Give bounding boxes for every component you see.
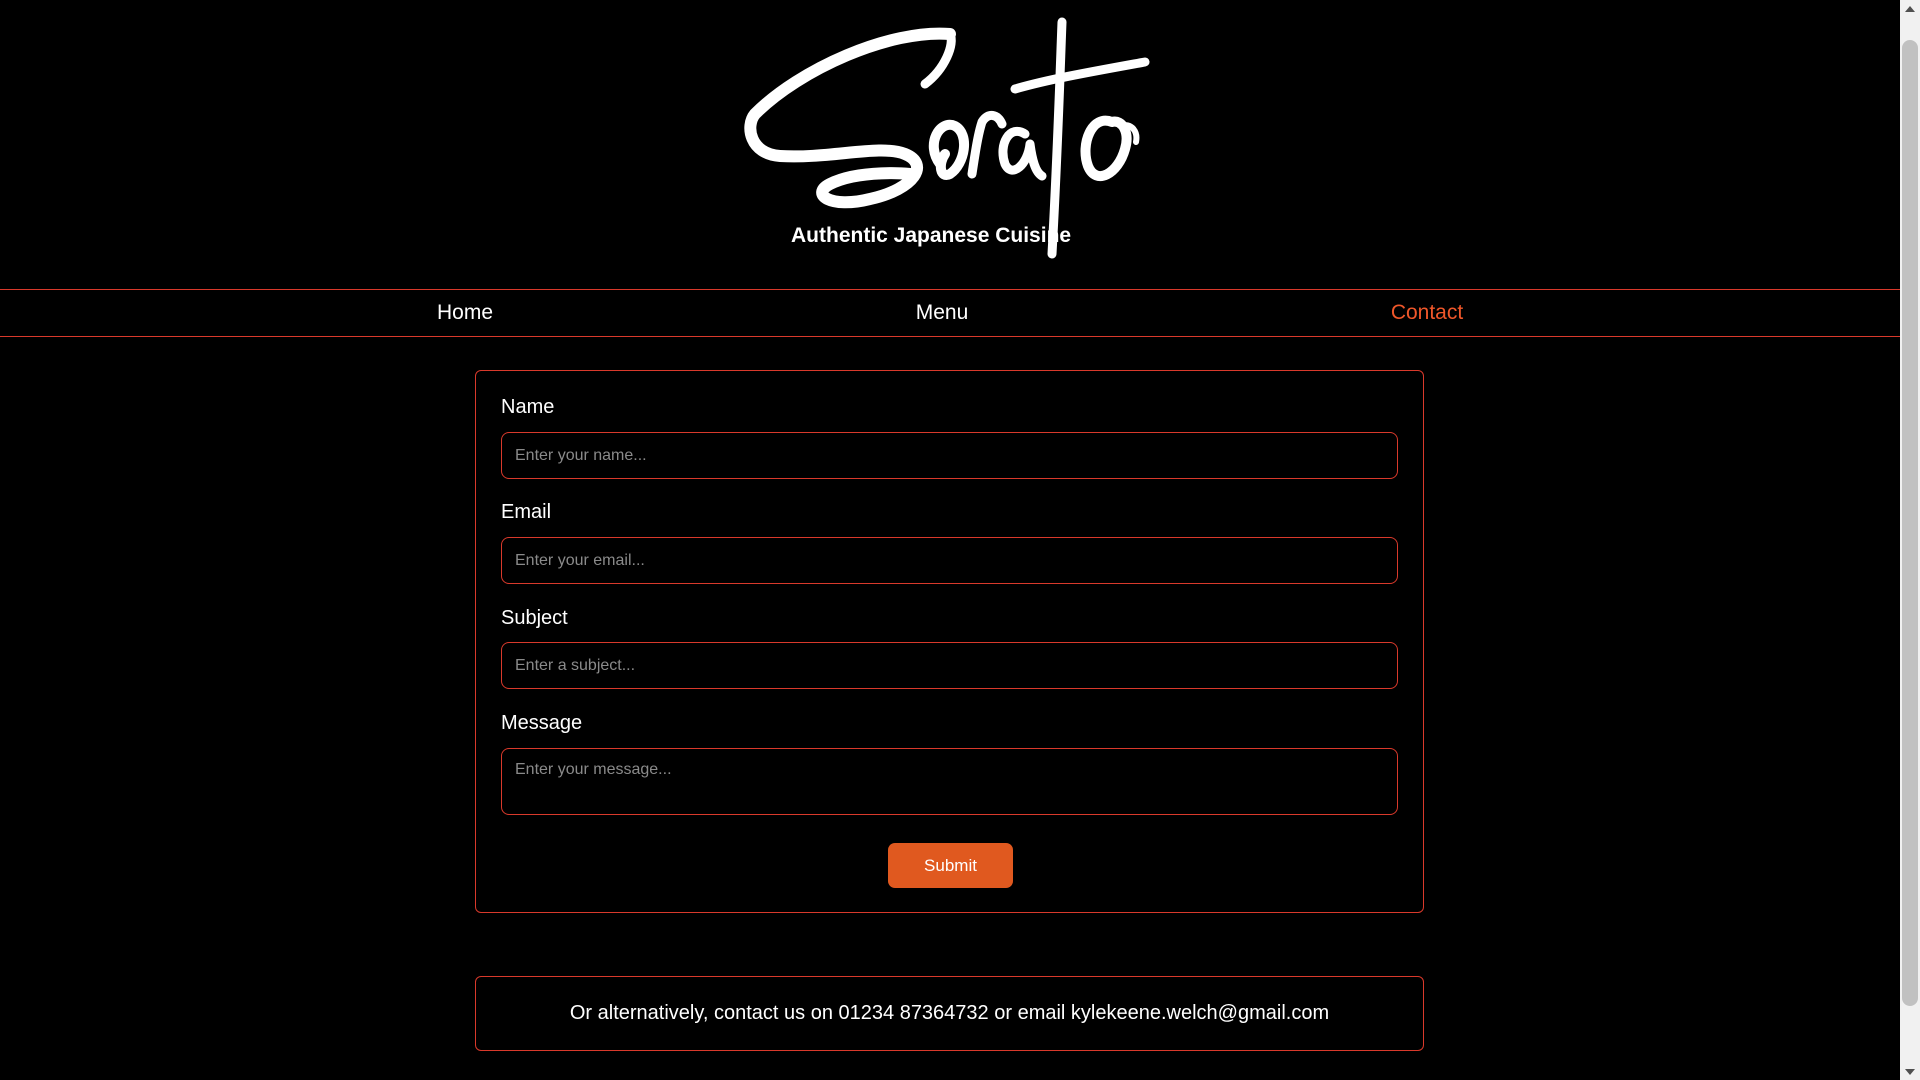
name-label: Name [501, 396, 555, 418]
message-textarea[interactable] [501, 748, 1398, 815]
email-input[interactable] [501, 537, 1398, 584]
email-label: Email [501, 501, 552, 523]
name-input[interactable] [501, 432, 1398, 479]
site-header: Authentic Japanese Cuisine [0, 0, 1900, 289]
tagline: Authentic Japanese Cuisine [791, 224, 1072, 247]
vertical-scrollbar[interactable] [1900, 0, 1920, 1080]
message-label: Message [501, 712, 583, 734]
subject-label: Subject [501, 607, 568, 629]
alt-contact-box: Or alternatively, contact us on 01234 87… [475, 976, 1424, 1051]
chevron-up-icon[interactable] [1900, 0, 1920, 17]
contact-form: Name Email Subject Message Submit [475, 370, 1424, 913]
scroll-thumb[interactable] [1902, 40, 1918, 1006]
logo[interactable]: Authentic Japanese Cuisine [740, 14, 1180, 274]
nav-item-home[interactable]: Home [437, 290, 493, 336]
main-nav: Home Menu Contact [0, 289, 1900, 337]
alt-contact-text: Or alternatively, contact us on 01234 87… [569, 1002, 1330, 1024]
subject-input[interactable] [501, 642, 1398, 689]
nav-item-menu[interactable]: Menu [916, 290, 969, 336]
submit-button[interactable]: Submit [888, 843, 1013, 888]
nav-item-contact[interactable]: Contact [1391, 290, 1463, 336]
chevron-down-icon[interactable] [1900, 1063, 1920, 1080]
page: Authentic Japanese Cuisine Home Menu Con… [0, 0, 1900, 1080]
